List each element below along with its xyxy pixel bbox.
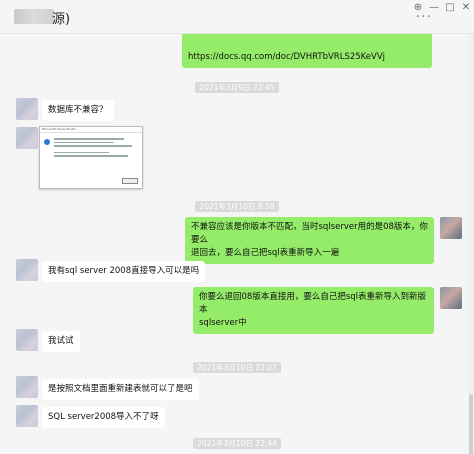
message-text: 不兼容应该是你版本不匹配，当时sqlserver用的是08版本，你要么 [191, 222, 428, 245]
my-avatar[interactable] [440, 217, 462, 239]
ok-button [122, 178, 138, 184]
message-bubble[interactable]: 数据库不兼容？ [42, 100, 114, 121]
message-bubble[interactable]: 是按照文档里面重新建表就可以了是吧 [42, 379, 199, 400]
my-avatar[interactable] [440, 287, 462, 309]
contact-name-blurred [14, 9, 54, 24]
avatar[interactable] [16, 259, 38, 281]
close-icon[interactable]: ✕ [458, 0, 474, 16]
info-icon [44, 139, 50, 145]
pin-icon[interactable]: ⊕ [410, 0, 426, 16]
chat-header: 源) ··· ⊕ — □ ✕ [0, 0, 474, 34]
minimize-icon[interactable]: — [426, 0, 442, 16]
timestamp: 2021年3月9日 22:45 [0, 82, 474, 93]
scrollbar-thumb[interactable] [469, 394, 473, 454]
message-bubble[interactable]: SQL server2008导入不了呀 [42, 407, 165, 428]
message-text: 退回去，要么自己把sql表重新导入一遍 [191, 248, 340, 258]
maximize-icon[interactable]: □ [442, 0, 458, 16]
link-message[interactable]: https://docs.qq.com/doc/DVHRTbVRLS25KeVV… [182, 34, 432, 68]
message-bubble[interactable]: 不兼容应该是你版本不匹配，当时sqlserver用的是08版本，你要么 退回去，… [185, 217, 434, 264]
avatar[interactable] [16, 405, 38, 427]
message-text: sqlserver中 [199, 318, 247, 328]
screenshot-image[interactable]: Microsoft Visual Studio [39, 126, 143, 189]
timestamp: 2021年3月10日 22:44 [0, 438, 474, 449]
message-bubble[interactable]: 我试试 [42, 331, 80, 352]
message-text: 你要么退回08版本直接用，要么自己把sql表重新导入到新版本 [199, 292, 427, 315]
link-url[interactable]: https://docs.qq.com/doc/DVHRTbVRLS25KeVV… [188, 52, 385, 62]
timestamp: 2021年3月10日 8:58 [0, 201, 474, 212]
avatar[interactable] [16, 329, 38, 351]
message-bubble[interactable]: 你要么退回08版本直接用，要么自己把sql表重新导入到新版本 sqlserver… [193, 287, 434, 334]
avatar[interactable] [16, 98, 38, 120]
message-bubble[interactable]: 我有sql server 2008直接导入可以是吗 [42, 261, 206, 282]
avatar[interactable] [16, 127, 38, 149]
scrollbar[interactable] [468, 34, 474, 454]
timestamp: 2021年3月10日 22:27 [0, 362, 474, 373]
chat-title: 源) [52, 12, 71, 27]
avatar[interactable] [16, 376, 38, 398]
